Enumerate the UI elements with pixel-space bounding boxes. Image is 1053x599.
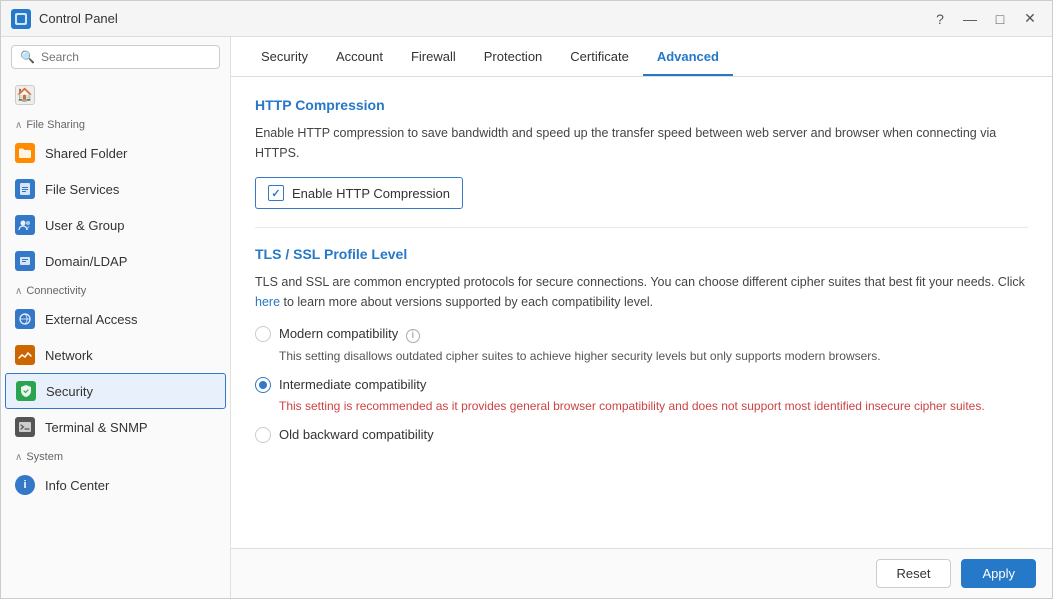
sidebar-item-home[interactable]: 🏠 [1,77,230,113]
minimize-button[interactable]: — [958,7,982,31]
modern-desc: This setting disallows outdated cipher s… [279,347,1028,365]
sidebar-item-label: Domain/LDAP [45,254,127,269]
sidebar-item-shared-folder[interactable]: Shared Folder [1,135,230,171]
intermediate-desc: This setting is recommended as it provid… [279,397,1028,415]
content-area: Security Account Firewall Protection Cer… [231,37,1052,598]
http-compression-desc: Enable HTTP compression to save bandwidt… [255,123,1028,163]
sidebar-item-label: User & Group [45,218,124,233]
sidebar-item-external-access[interactable]: External Access [1,301,230,337]
apply-button[interactable]: Apply [961,559,1036,588]
info-tooltip-icon[interactable]: i [406,329,420,343]
search-input[interactable] [41,50,211,64]
tab-certificate[interactable]: Certificate [556,39,643,76]
folder-icon [15,143,35,163]
chevron-icon: ∧ [15,286,22,297]
external-access-icon [15,309,35,329]
search-icon: 🔍 [20,50,35,64]
domain-icon [15,251,35,271]
checkbox-indicator: ✓ [268,185,284,201]
radio-old[interactable]: Old backward compatibility [255,427,1028,443]
radio-old-indicator [255,427,271,443]
sidebar-group-system[interactable]: ∧ System [1,445,230,467]
sidebar-item-network[interactable]: Network [1,337,230,373]
http-compression-section: HTTP Compression Enable HTTP compression… [255,97,1028,209]
sidebar-item-security[interactable]: Security [5,373,226,409]
window: Control Panel ? — □ ✕ 🔍 🏠 ∧ File [0,0,1053,599]
search-box[interactable]: 🔍 [11,45,220,69]
tab-bar: Security Account Firewall Protection Cer… [231,37,1052,77]
users-icon [15,215,35,235]
window-controls: ? — □ ✕ [928,7,1042,31]
sidebar: 🔍 🏠 ∧ File Sharing Shared Folder [1,37,231,598]
sidebar-item-label: Shared Folder [45,146,127,161]
network-icon [15,345,35,365]
sidebar-item-label: File Services [45,182,119,197]
home-icon: 🏠 [15,85,35,105]
radio-old-label: Old backward compatibility [279,427,434,442]
sidebar-item-label: Security [46,384,93,399]
tab-account[interactable]: Account [322,39,397,76]
radio-modern-indicator [255,326,271,342]
group-label: Connectivity [26,285,86,297]
sidebar-item-user-group[interactable]: User & Group [1,207,230,243]
group-label: File Sharing [26,119,85,131]
sidebar-item-label: External Access [45,312,138,327]
chevron-icon: ∧ [15,452,22,463]
radio-intermediate-indicator [255,377,271,393]
section-divider [255,227,1028,228]
main-layout: 🔍 🏠 ∧ File Sharing Shared Folder [1,37,1052,598]
sidebar-group-connectivity[interactable]: ∧ Connectivity [1,279,230,301]
sidebar-item-domain-ldap[interactable]: Domain/LDAP [1,243,230,279]
enable-http-compression-checkbox[interactable]: ✓ Enable HTTP Compression [255,177,463,209]
radio-modern[interactable]: Modern compatibility i [255,326,1028,343]
tab-firewall[interactable]: Firewall [397,39,470,76]
checkbox-label: Enable HTTP Compression [292,186,450,201]
tab-advanced[interactable]: Advanced [643,39,733,76]
group-label: System [26,451,63,463]
sidebar-group-file-sharing[interactable]: ∧ File Sharing [1,113,230,135]
radio-intermediate[interactable]: Intermediate compatibility [255,377,1028,393]
sidebar-item-label: Network [45,348,93,363]
sidebar-item-label: Info Center [45,478,109,493]
chevron-icon: ∧ [15,120,22,131]
sidebar-search-area: 🔍 [1,37,230,77]
reset-button[interactable]: Reset [876,559,952,588]
radio-modern-label: Modern compatibility i [279,326,420,343]
sidebar-item-label: Terminal & SNMP [45,420,148,435]
tls-ssl-section: TLS / SSL Profile Level TLS and SSL are … [255,246,1028,443]
http-compression-title: HTTP Compression [255,97,1028,113]
file-services-icon [15,179,35,199]
tab-protection[interactable]: Protection [470,39,557,76]
window-title: Control Panel [39,11,920,26]
tab-security[interactable]: Security [247,39,322,76]
radio-intermediate-label: Intermediate compatibility [279,377,426,392]
tls-ssl-desc: TLS and SSL are common encrypted protoco… [255,272,1028,312]
tls-ssl-title: TLS / SSL Profile Level [255,246,1028,262]
content-scroll: HTTP Compression Enable HTTP compression… [231,77,1052,548]
security-icon [16,381,36,401]
sidebar-item-terminal-snmp[interactable]: Terminal & SNMP [1,409,230,445]
app-icon [11,9,31,29]
sidebar-item-file-services[interactable]: File Services [1,171,230,207]
terminal-icon [15,417,35,437]
here-link[interactable]: here [255,295,280,309]
close-button[interactable]: ✕ [1018,7,1042,31]
footer: Reset Apply [231,548,1052,598]
titlebar: Control Panel ? — □ ✕ [1,1,1052,37]
sidebar-item-info-center[interactable]: i Info Center [1,467,230,503]
maximize-button[interactable]: □ [988,7,1012,31]
help-button[interactable]: ? [928,7,952,31]
info-icon: i [15,475,35,495]
